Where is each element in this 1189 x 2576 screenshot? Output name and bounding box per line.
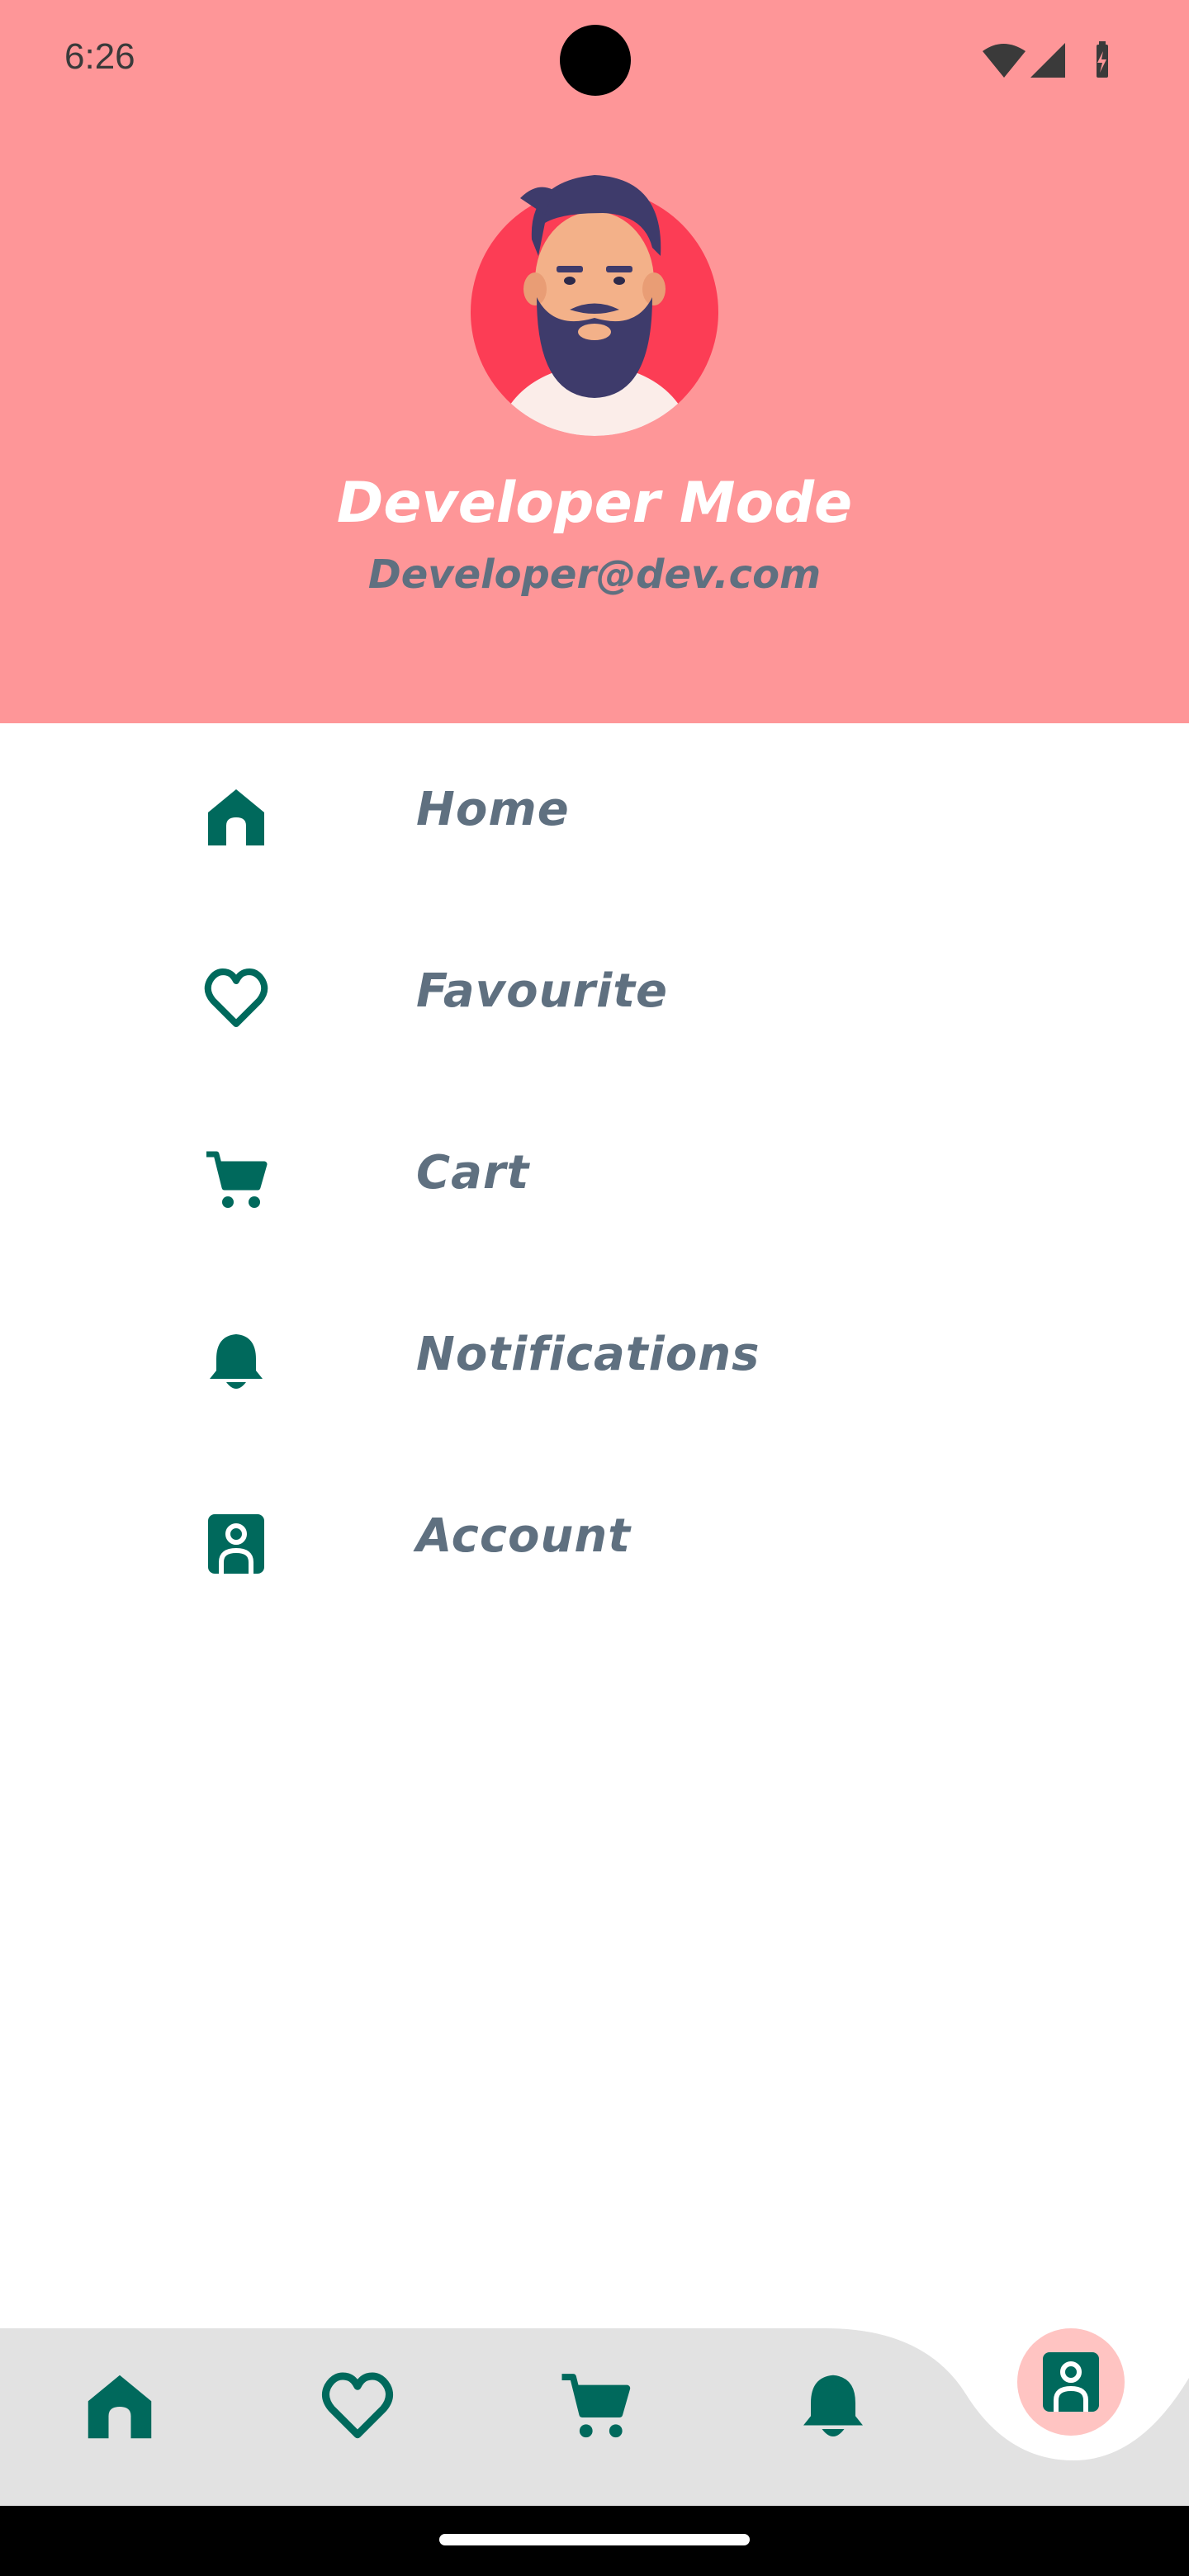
profile-name: Developer Mode xyxy=(336,471,853,536)
menu-item-home[interactable]: Home xyxy=(0,743,1189,892)
menu-item-label: Account xyxy=(416,1509,631,1563)
account-nav-button[interactable] xyxy=(1017,2328,1125,2436)
battery-icon xyxy=(1097,41,1108,78)
home-icon[interactable] xyxy=(83,2370,157,2444)
menu-item-label: Home xyxy=(416,783,570,836)
signal-icon xyxy=(1030,43,1065,78)
menu-item-cart[interactable]: Cart xyxy=(0,1106,1189,1255)
status-icons xyxy=(983,41,1108,78)
menu-item-label: Favourite xyxy=(416,964,669,1018)
menu-item-account[interactable]: Account xyxy=(0,1470,1189,1618)
camera-cutout xyxy=(560,25,631,96)
heart-icon xyxy=(204,968,268,1027)
wifi-icon xyxy=(983,44,1026,78)
cart-icon[interactable] xyxy=(558,2370,632,2444)
account-icon xyxy=(1043,2352,1099,2412)
avatar xyxy=(471,175,718,436)
heart-icon[interactable] xyxy=(320,2370,395,2444)
cart-icon xyxy=(206,1151,268,1208)
drawer-header: 6:26 Developer Mode Developer@dev.com xyxy=(0,0,1189,723)
status-time: 6:26 xyxy=(64,36,135,77)
profile-email: Developer@dev.com xyxy=(367,552,822,598)
bell-icon[interactable] xyxy=(796,2370,870,2444)
home-icon xyxy=(208,789,264,845)
home-gesture-handle[interactable] xyxy=(439,2534,750,2545)
menu-item-notifications[interactable]: Notifications xyxy=(0,1288,1189,1437)
bell-icon xyxy=(210,1334,263,1389)
menu-item-label: Cart xyxy=(416,1146,530,1200)
menu-item-label: Notifications xyxy=(416,1328,760,1381)
menu-item-favourite[interactable]: Favourite xyxy=(0,925,1189,1073)
account-icon xyxy=(208,1514,264,1574)
